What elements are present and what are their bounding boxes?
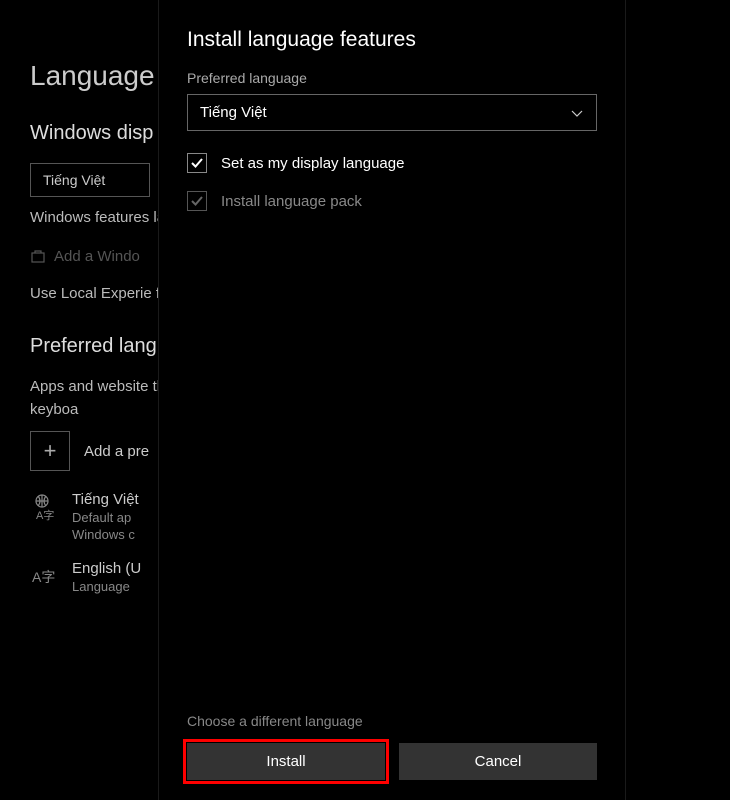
- chevron-down-icon: [570, 106, 584, 120]
- install-button[interactable]: Install: [187, 743, 385, 780]
- preferred-language-label: Preferred language: [187, 70, 597, 86]
- set-display-language-row[interactable]: Set as my display language: [187, 153, 597, 173]
- store-link-label: Add a Windo: [54, 248, 140, 265]
- dialog-button-row: Install Cancel: [187, 743, 597, 780]
- install-language-pack-row[interactable]: Install language pack: [187, 191, 597, 211]
- selected-language-value: Tiếng Việt: [200, 104, 267, 121]
- display-language-select[interactable]: Tiếng Việt: [30, 163, 150, 197]
- svg-text:A字: A字: [36, 508, 54, 521]
- display-language-value: Tiếng Việt: [43, 172, 105, 188]
- install-highlight: Install: [183, 739, 389, 784]
- add-language-label: Add a pre: [84, 443, 149, 460]
- language-name: English (U: [72, 560, 141, 577]
- preferred-language-select[interactable]: Tiếng Việt: [187, 94, 597, 131]
- language-char-icon: A字: [30, 562, 58, 590]
- dialog-title: Install language features: [187, 28, 597, 52]
- checkbox-checked-icon: [187, 153, 207, 173]
- install-language-pack-label: Install language pack: [221, 193, 362, 210]
- cancel-button[interactable]: Cancel: [399, 743, 597, 780]
- language-subtitle: Default ap: [72, 510, 139, 525]
- language-name: Tiếng Việt: [72, 491, 139, 508]
- svg-text:A字: A字: [32, 569, 55, 585]
- language-subtitle: Language: [72, 579, 141, 594]
- choose-different-language-link[interactable]: Choose a different language: [187, 713, 597, 729]
- language-subtitle: Windows c: [72, 527, 139, 542]
- checkbox-checked-disabled-icon: [187, 191, 207, 211]
- store-icon: [30, 248, 46, 264]
- install-language-dialog: Install language features Preferred lang…: [158, 0, 626, 800]
- plus-icon: +: [30, 431, 70, 471]
- language-globe-icon: A字: [30, 493, 58, 521]
- set-display-language-label: Set as my display language: [221, 155, 404, 172]
